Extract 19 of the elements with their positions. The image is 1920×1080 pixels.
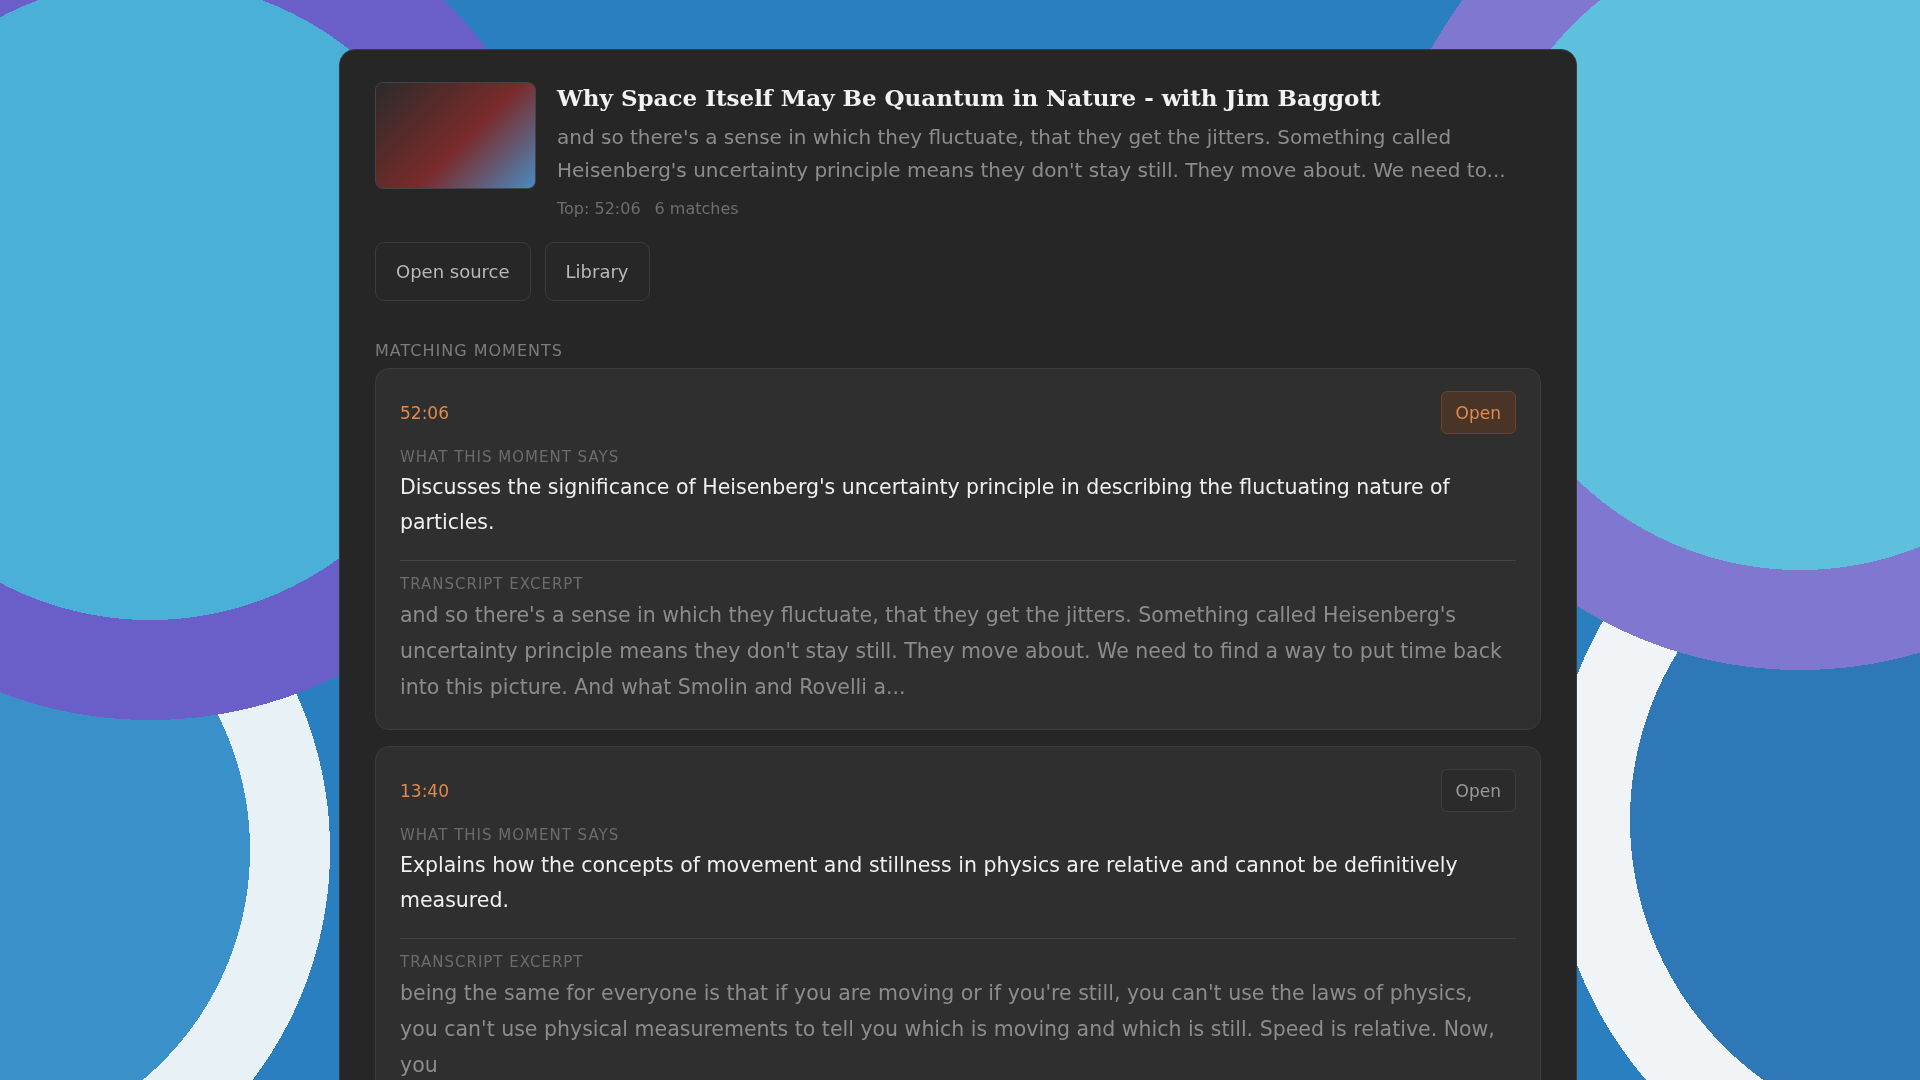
timestamp: 13:40 xyxy=(400,780,449,801)
summary-text: Explains how the concepts of movement and stillness in physics are relative and cannot be definitively measured. xyxy=(400,852,1459,914)
section-heading: MATCHING MOMENTS xyxy=(375,341,564,360)
action-button[interactable]: Open source xyxy=(375,242,531,301)
excerpt-text: being the same for everyone is that if you are moving or if you're still, you can't use the laws of physics, you can't use physical measurements to tell you which is moving and which is still. Speed is relative. Now, you xyxy=(400,980,1496,1079)
top-time: Top: 52:06 xyxy=(557,199,641,218)
snippet-text: and so there's a sense in which they fluctuate, that they get the jitters. Something called Heisenberg's uncertainty principle means they don't stay still. They move about. We need to... xyxy=(557,124,1507,184)
action-button[interactable]: Library xyxy=(544,242,650,301)
excerpt-text: and so there's a sense in which they fluctuate, that they get the jitters. Something called Heisenberg's uncertainty principle means they don't stay still. They move about. We need to find a way to put time back into this picture. And what Smolin and Rovelli a... xyxy=(400,602,1503,701)
timestamp: 52:06 xyxy=(400,402,449,423)
video-title: Why Space Itself May Be Quantum in Nature - with Jim Baggott xyxy=(557,84,1382,111)
excerpt-label: TRANSCRIPT EXCERPT xyxy=(400,575,585,593)
open-button[interactable]: Open xyxy=(1440,769,1516,812)
summary-label: WHAT THIS MOMENT SAYS xyxy=(400,448,621,466)
open-button[interactable]: Open xyxy=(1440,391,1516,434)
summary-label: WHAT THIS MOMENT SAYS xyxy=(400,826,621,844)
match-count: 6 matches xyxy=(654,199,739,218)
excerpt-label: TRANSCRIPT EXCERPT xyxy=(400,953,585,971)
summary-text: Discusses the significance of Heisenberg's uncertainty principle in describing the fluctuating nature of particles. xyxy=(400,474,1451,536)
